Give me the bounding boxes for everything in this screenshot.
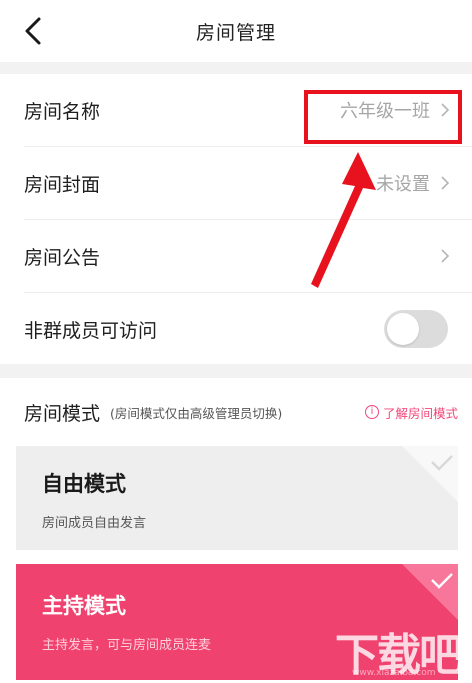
free-mode-title: 自由模式 <box>42 472 126 496</box>
room-cover-label: 房间封面 <box>24 173 101 196</box>
chevron-right-icon <box>441 176 450 190</box>
checkmark-corner-icon <box>402 446 458 502</box>
chevron-left-icon <box>25 17 41 45</box>
watermark-url: www.xiazaiba.com <box>352 668 436 678</box>
non-member-access-row: 非群成员可访问 <box>0 293 472 365</box>
checkmark-corner-icon <box>402 564 458 620</box>
room-notice-row[interactable]: 房间公告 <box>0 220 472 292</box>
annotation-highlight-box <box>304 90 462 144</box>
host-mode-title: 主持模式 <box>42 594 126 618</box>
room-mode-header: 房间模式 (房间模式仅由高级管理员切换) i 了解房间模式 <box>24 398 458 426</box>
room-cover-value: 未设置 <box>376 174 430 195</box>
free-mode-subtitle: 房间成员自由发言 <box>42 516 147 531</box>
nav-bar: 房间管理 <box>0 0 472 62</box>
non-member-access-label: 非群成员可访问 <box>24 319 158 342</box>
page-title: 房间管理 <box>195 21 276 44</box>
toggle-knob <box>387 313 419 345</box>
learn-room-mode-label: 了解房间模式 <box>382 405 458 421</box>
info-icon: i <box>364 405 379 419</box>
host-mode-subtitle: 主持发言，可与房间成员连麦 <box>42 638 212 653</box>
learn-room-mode-link[interactable]: i 了解房间模式 <box>364 403 458 422</box>
room-name-label: 房间名称 <box>24 100 101 123</box>
room-mode-note: (房间模式仅由高级管理员切换) <box>110 405 283 421</box>
room-cover-row[interactable]: 房间封面 未设置 <box>0 147 472 219</box>
back-button[interactable] <box>18 14 48 48</box>
room-mode-title: 房间模式 <box>24 402 101 425</box>
chevron-right-icon <box>441 249 450 263</box>
free-mode-card[interactable]: 自由模式 房间成员自由发言 <box>16 446 458 550</box>
annotation-arrow-icon <box>311 152 376 288</box>
non-member-access-toggle[interactable] <box>384 310 448 348</box>
room-notice-label: 房间公告 <box>24 246 101 269</box>
